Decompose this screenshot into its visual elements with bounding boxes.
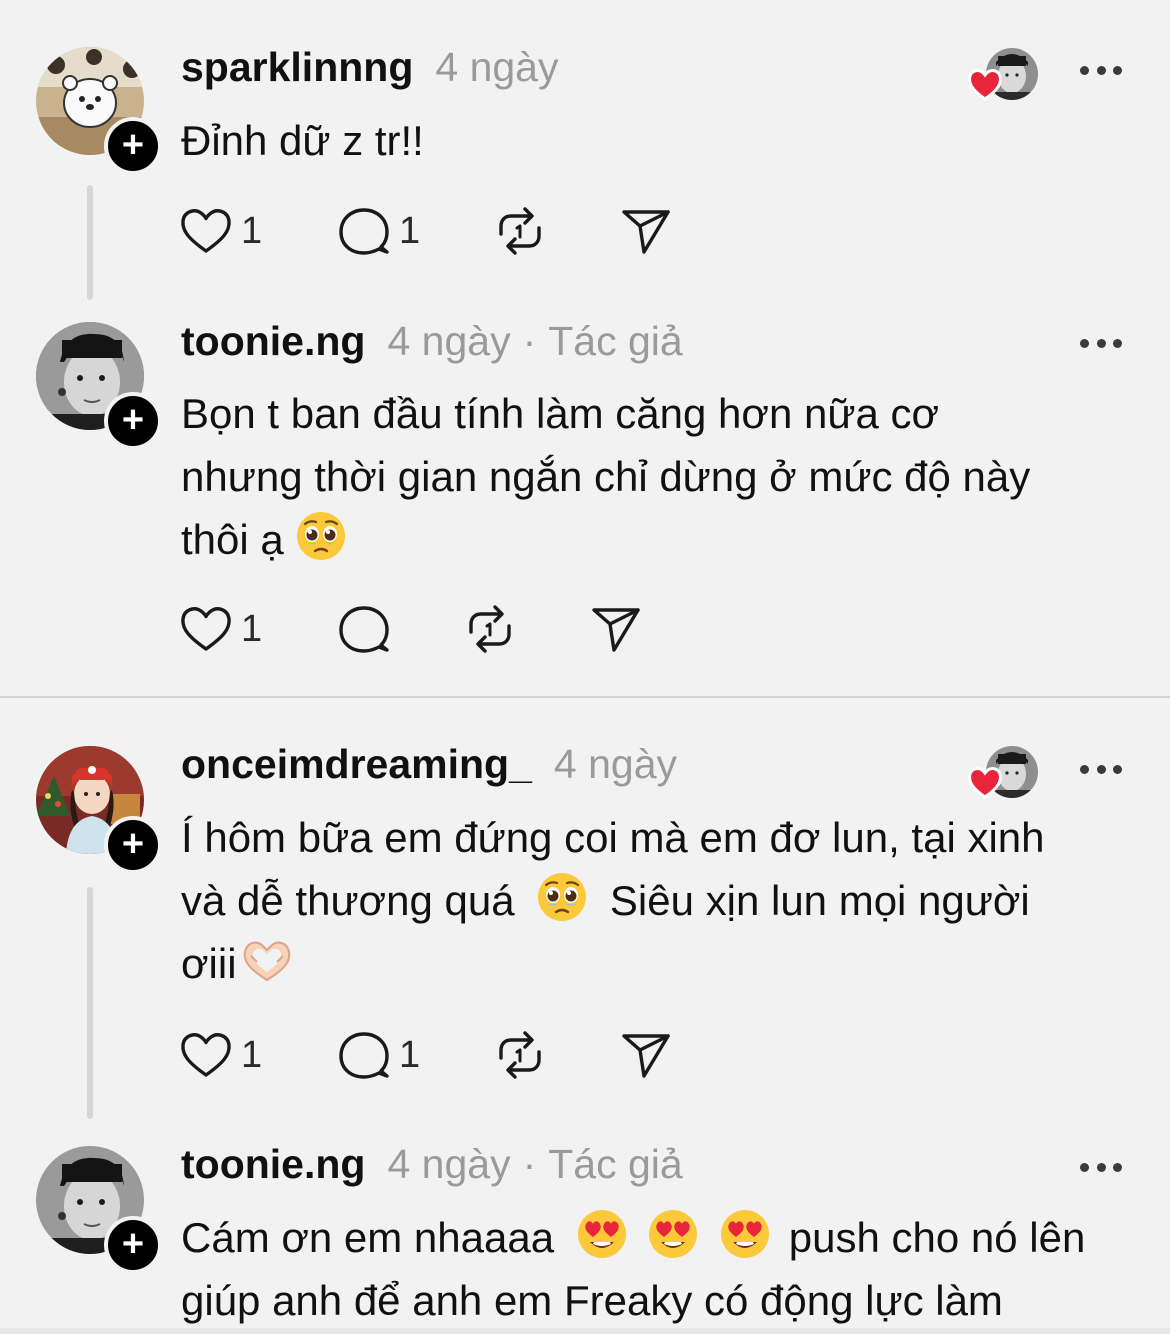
like-count: 1 (241, 209, 263, 252)
repost-button[interactable] (493, 1025, 547, 1085)
comment-header: toonie.ng 4 ngày · Tác giả (181, 318, 683, 378)
red-heart-badge-icon (968, 767, 1002, 799)
heart-outline-icon (181, 1033, 231, 1077)
reply-button[interactable]: 1 (337, 201, 420, 261)
username[interactable]: toonie.ng (181, 1141, 365, 1188)
avatar-wrap[interactable]: + (36, 746, 162, 874)
follow-plus-icon[interactable]: + (104, 816, 162, 874)
timestamp: 4 ngày (435, 44, 559, 90)
bottom-edge (0, 1328, 1170, 1334)
paper-plane-icon (622, 1034, 670, 1078)
comment-header: onceimdreaming_ 4 ngày (181, 741, 677, 801)
comment-onceimdreaming: + onceimdreaming_ 4 ngày Í hôm bữa em đứ… (0, 698, 1170, 1119)
comment-text: Cám ơn em nhaaaa push cho nó lên giúp an… (181, 1206, 1131, 1332)
red-heart-badge-icon (968, 69, 1002, 101)
like-count: 1 (241, 1033, 263, 1076)
repost-button[interactable] (463, 599, 517, 659)
reply-button[interactable]: 1 (337, 1025, 420, 1085)
more-options-icon[interactable] (1080, 1163, 1122, 1175)
paper-plane-icon (592, 608, 640, 652)
repost-arrows-icon (469, 605, 511, 653)
comment-feed: + sparklinnng 4 ngày Đỉnh dữ z tr!! 1 1 … (0, 0, 1170, 1334)
speech-bubble-icon (339, 208, 389, 255)
author-tag: Tác giả (548, 318, 683, 364)
thread-line (87, 185, 93, 300)
liked-by-author-badge (966, 746, 1040, 802)
speech-bubble-icon (339, 1032, 389, 1079)
comment-header: sparklinnng 4 ngày (181, 44, 558, 104)
username[interactable]: onceimdreaming_ (181, 741, 532, 788)
pleading-face-emoji-icon (538, 873, 587, 921)
heart-outline-icon (181, 607, 231, 651)
follow-plus-icon[interactable]: + (104, 117, 162, 175)
pleading-face-emoji-icon (297, 512, 346, 560)
like-button[interactable]: 1 (179, 599, 262, 659)
heart-hands-emoji-icon (243, 941, 290, 982)
more-options-icon[interactable] (1080, 765, 1122, 777)
comment-toonie-reply-2: + toonie.ng 4 ngày · Tác giả Cám ơn em n… (0, 1124, 1170, 1334)
follow-plus-icon[interactable]: + (104, 392, 162, 450)
share-button[interactable] (620, 1025, 674, 1085)
repost-arrows-icon (499, 207, 541, 255)
more-options-icon[interactable] (1080, 339, 1122, 351)
comment-text: Đỉnh dữ z tr!! (181, 117, 424, 164)
more-options-icon[interactable] (1080, 66, 1122, 78)
paper-plane-icon (622, 210, 670, 254)
like-button[interactable]: 1 (179, 201, 262, 261)
username[interactable]: sparklinnng (181, 44, 413, 91)
like-count: 1 (241, 607, 263, 650)
comment-toonie-reply-1: + toonie.ng 4 ngày · Tác giả Bọn t ban đ… (0, 300, 1170, 695)
comment-sparklinnng: + sparklinnng 4 ngày Đỉnh dữ z tr!! 1 1 (0, 0, 1170, 300)
separator: · (522, 318, 537, 364)
comment-header: toonie.ng 4 ngày · Tác giả (181, 1141, 683, 1201)
like-button[interactable]: 1 (179, 1025, 262, 1085)
reply-count: 1 (399, 209, 421, 252)
share-button[interactable] (620, 201, 674, 261)
repost-arrows-icon (499, 1031, 541, 1079)
speech-bubble-icon (339, 606, 389, 653)
timestamp: 4 ngày (387, 1141, 511, 1187)
heart-eyes-emoji-icon (649, 1210, 698, 1258)
liked-by-author-badge (966, 48, 1040, 104)
share-button[interactable] (590, 599, 644, 659)
follow-plus-icon[interactable]: + (104, 1216, 162, 1274)
heart-eyes-emoji-icon (577, 1210, 626, 1258)
heart-eyes-emoji-icon (721, 1210, 770, 1258)
reply-button[interactable] (337, 599, 391, 659)
separator: · (522, 1141, 537, 1187)
timestamp: 4 ngày (387, 318, 511, 364)
avatar-wrap[interactable]: + (36, 322, 162, 450)
avatar-wrap[interactable]: + (36, 47, 162, 175)
timestamp: 4 ngày (553, 741, 677, 787)
heart-outline-icon (181, 209, 231, 253)
comment-text: Bọn t ban đầu tính làm căng hơn nữa cơ n… (181, 390, 1031, 563)
comment-text: Í hôm bữa em đứng coi mà em đơ lun, tại … (181, 814, 1045, 987)
reply-count: 1 (399, 1033, 421, 1076)
thread-line (87, 887, 93, 1119)
avatar-wrap[interactable]: + (36, 1146, 162, 1274)
repost-button[interactable] (493, 201, 547, 261)
username[interactable]: toonie.ng (181, 318, 365, 365)
author-tag: Tác giả (548, 1141, 683, 1187)
